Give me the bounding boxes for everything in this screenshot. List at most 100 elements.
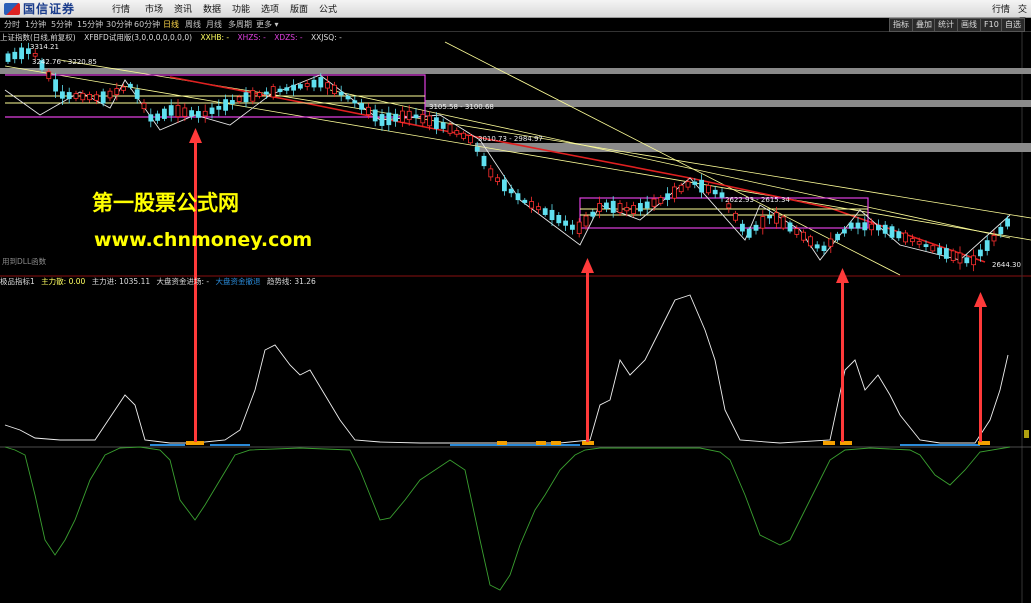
candle-body [869, 223, 874, 231]
candle-body [855, 222, 861, 229]
indicator-name[interactable]: 极品指标1 [0, 277, 35, 286]
candle-body [604, 202, 609, 209]
indicator-white-line [4, 294, 1009, 444]
candle-body [706, 185, 711, 194]
candle-body [195, 111, 201, 118]
candle-body [141, 102, 147, 110]
candle-body [978, 249, 983, 257]
candle-body [413, 114, 419, 119]
buy-arrow-4-icon [974, 292, 987, 442]
candle-body [80, 92, 86, 101]
candle-body [814, 244, 820, 249]
candle-body [889, 226, 895, 238]
candle-body [1005, 218, 1010, 227]
candle-body [712, 189, 718, 195]
candle-body [318, 77, 324, 88]
candle-body [168, 105, 174, 116]
candle-body [719, 192, 725, 198]
candle-body [944, 248, 949, 259]
candle-body [121, 86, 126, 91]
candle-body [597, 203, 602, 212]
candle-body [87, 94, 92, 101]
candle-body [474, 146, 480, 152]
candle-body [937, 247, 942, 255]
candle-body [651, 198, 657, 207]
candle-body [808, 236, 813, 247]
watermark-title: 第一股票公式网 [92, 191, 239, 215]
candle-body [590, 211, 596, 217]
candle-body [699, 179, 704, 193]
candle-body [842, 229, 847, 234]
candle-body [148, 114, 154, 122]
main-in-value: 主力进: 1035.11 [91, 277, 151, 286]
candle-body [542, 208, 548, 215]
candle-body [175, 104, 181, 118]
candle-body [522, 199, 528, 203]
buy-arrow-3-icon [836, 268, 849, 442]
candle-body [787, 222, 793, 232]
candle-body [501, 179, 507, 192]
candle-body [549, 209, 555, 221]
candle-body [903, 232, 908, 243]
candle-body [508, 188, 514, 194]
candle-body [297, 84, 303, 89]
candle-body [420, 113, 426, 124]
candle-body [100, 91, 106, 104]
candle-body [277, 88, 283, 93]
candle-body [250, 90, 256, 102]
price-label-box1: 3242.76 - 3220.85 [32, 58, 97, 66]
candle-body [610, 200, 616, 213]
candle-body [964, 257, 970, 264]
price-label-low: 2644.30 [992, 261, 1021, 269]
candle-body [19, 47, 25, 60]
candle-body [53, 79, 58, 92]
candle-body [372, 109, 378, 122]
candle-body [161, 108, 167, 119]
candle-body [685, 181, 691, 188]
candle-body [862, 222, 868, 231]
candle-body [896, 231, 902, 239]
candle-body [202, 110, 208, 117]
candle-body [631, 205, 636, 214]
candle-body [454, 130, 460, 135]
candle-body [338, 91, 344, 96]
trend-value: 趋势线: 31.26 [266, 277, 316, 286]
kline-chart[interactable] [0, 0, 1031, 603]
candle-body [848, 222, 854, 229]
candle-body [447, 124, 453, 134]
candle-body [658, 197, 664, 204]
candle-body [304, 83, 310, 87]
candle-body [910, 238, 915, 243]
candle-body [209, 107, 215, 114]
candle-body [556, 214, 562, 224]
candle-body [352, 100, 358, 104]
watermark-url: www.chnmoney.com [94, 229, 313, 251]
candle-body [359, 103, 365, 110]
candle-body [243, 92, 249, 103]
candle-body [923, 244, 929, 248]
big-flow-value: 大盘资金进场: - [156, 277, 210, 286]
candle-body [563, 220, 568, 226]
candle-body [291, 84, 297, 91]
candle-body [876, 224, 881, 231]
candle-body [461, 132, 467, 139]
candle-body [386, 112, 392, 126]
candle-body [155, 113, 161, 121]
chart-frame [0, 32, 1031, 603]
big-flow-exit: 大盘资金撤退 [215, 277, 261, 286]
candle-body [733, 212, 738, 221]
candle-body [672, 186, 677, 199]
candle-body [529, 201, 534, 209]
candle-body [957, 252, 963, 264]
candle-body [12, 51, 18, 60]
candle-body [753, 224, 759, 231]
candle-body [617, 203, 623, 213]
indicator-pane [0, 294, 1031, 591]
candle-body [760, 216, 766, 229]
candle-body [644, 201, 650, 209]
candle-body [746, 228, 752, 238]
candle-body [576, 221, 582, 234]
candle-body [726, 203, 732, 209]
candle-body [311, 79, 317, 88]
candle-body [32, 53, 38, 57]
